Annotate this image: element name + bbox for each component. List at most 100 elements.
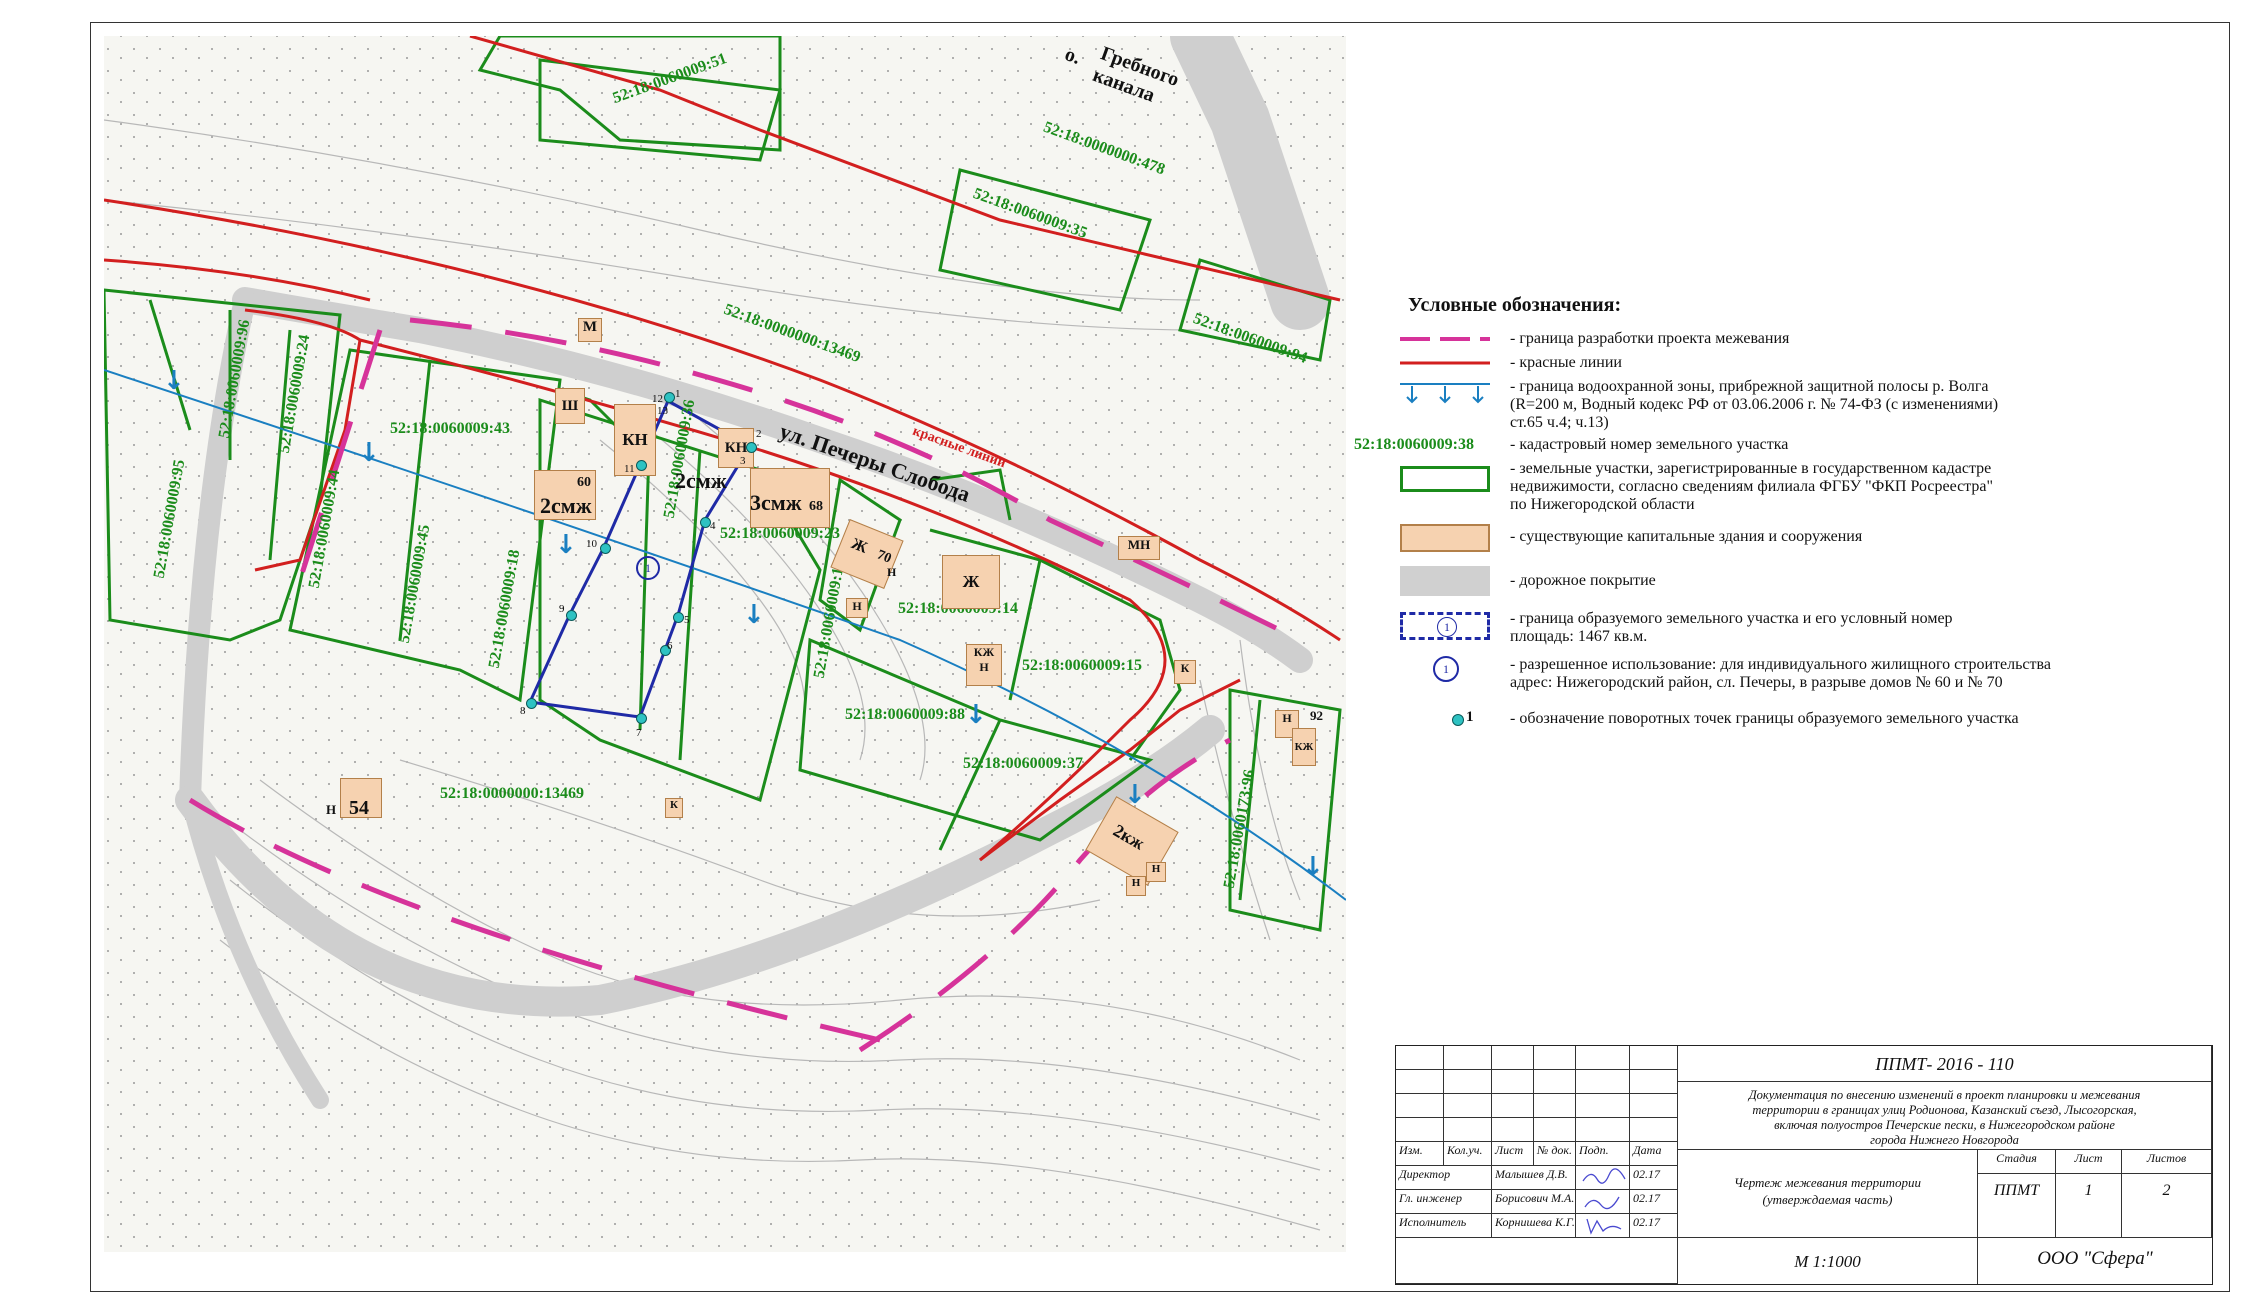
stamp-name: Корнишева К.Г. — [1492, 1214, 1576, 1238]
cadastral-label: 52:18:0060009:43 — [390, 420, 510, 437]
stamp-signature — [1576, 1214, 1630, 1238]
turning-point — [600, 543, 611, 554]
stamp-cell — [1492, 1094, 1534, 1118]
cadastral-label: 52:18:0000000:13469 — [440, 785, 584, 802]
stamp-cell — [1576, 1046, 1630, 1070]
zone-label: 3смж — [750, 490, 802, 515]
house-number: 54 — [349, 797, 369, 819]
point-number: 3 — [740, 455, 746, 467]
turning-point — [746, 442, 757, 453]
legend-text: - кадастровый номер земельного участка — [1510, 436, 1789, 453]
zone-label: 2смж — [675, 468, 727, 493]
water-zone-arrow-icon: ↓ — [965, 700, 987, 730]
stamp-header-list: Лист — [1492, 1142, 1534, 1166]
stamp-cell — [1492, 1046, 1534, 1070]
stamp-cell — [1444, 1070, 1492, 1094]
parcel-number-marker: 1 — [636, 556, 660, 580]
stamp-cell — [1534, 1118, 1576, 1142]
building: Н — [1126, 876, 1146, 896]
zone-label: 2смж — [540, 493, 592, 518]
building: К — [1174, 660, 1196, 684]
stamp-cell — [1444, 1094, 1492, 1118]
stamp-cell — [1396, 1046, 1444, 1070]
signature-mark — [1584, 1196, 1620, 1210]
house-number: 92 — [1310, 708, 1323, 723]
stamp-cell — [1396, 1070, 1444, 1094]
point-number: 5 — [684, 614, 690, 626]
point-number: 4 — [710, 520, 716, 532]
sample-cadastral-number: 52:18:0060009:38 — [1354, 436, 1474, 453]
stage-value: ППМТ — [1978, 1174, 2056, 1238]
water-zone-arrow-icon: ↓ — [1124, 780, 1146, 810]
sheet-label: Лист — [2056, 1150, 2122, 1174]
sheets-value: 2 — [2122, 1174, 2212, 1238]
stamp-role: Гл. инженер — [1396, 1190, 1492, 1214]
signature-mark — [1582, 1168, 1626, 1184]
water-zone-arrow-icon: ↓ — [743, 600, 765, 630]
stamp-date: 02.17 — [1630, 1214, 1678, 1238]
building: Ж — [942, 555, 1000, 609]
sheet-value: 1 — [2056, 1174, 2122, 1238]
project-code: ППМТ- 2016 - 110 — [1678, 1046, 2212, 1082]
turning-point — [526, 698, 537, 709]
formed-parcel-symbol: 1 — [1400, 612, 1490, 640]
stamp-cell — [1576, 1094, 1630, 1118]
building: КЖ Н — [966, 644, 1002, 686]
stamp-cell — [1630, 1118, 1678, 1142]
red-line-symbol — [1400, 361, 1490, 365]
stamp-name: Борисович М.А. — [1492, 1190, 1576, 1214]
sheets-label: Листов — [2122, 1150, 2212, 1174]
stamp-cell — [1444, 1118, 1492, 1142]
stamp-cell — [1630, 1046, 1678, 1070]
stamp-cell — [1444, 1046, 1492, 1070]
cadastral-map — [104, 36, 1346, 1252]
house-number: 60 — [577, 475, 591, 490]
title-block: Изм. Кол.уч. Лист № док. Подп. Дата Дире… — [1395, 1045, 2213, 1285]
water-zone-arrow-icon: ↓ — [1302, 852, 1324, 882]
stamp-date: 02.17 — [1630, 1166, 1678, 1190]
point-number: 6 — [667, 640, 673, 652]
legend-title: Условные обозначения: — [1408, 294, 1622, 316]
stamp-cell — [1396, 1238, 1678, 1284]
stamp-cell — [1534, 1094, 1576, 1118]
building: КЖ — [1292, 728, 1316, 766]
turning-point — [1452, 714, 1464, 726]
water-zone-arrow-icon: ↓ — [555, 530, 577, 560]
building: КН — [614, 404, 656, 476]
point-number: 2 — [756, 428, 762, 440]
stamp-cell — [1534, 1046, 1576, 1070]
stamp-header-podp: Подп. — [1576, 1142, 1630, 1166]
water-zone-arrow-icon: ↓ — [358, 438, 380, 468]
stamp-role: Исполнитель — [1396, 1214, 1492, 1238]
stamp-cell — [1492, 1070, 1534, 1094]
cadastral-label: 52:18:0060009:37 — [963, 755, 1083, 772]
legend-text: - граница образуемого земельного участка… — [1510, 610, 1953, 645]
stamp-cell — [1396, 1094, 1444, 1118]
stamp-cell — [1576, 1070, 1630, 1094]
legend-text: - обозначение поворотных точек границы о… — [1510, 710, 2019, 727]
stamp-signature — [1576, 1166, 1630, 1190]
water-zone-symbol — [1400, 383, 1490, 404]
scale: М 1:1000 — [1678, 1238, 1978, 1284]
stage-label: Стадия — [1978, 1150, 2056, 1174]
company: ООО "Сфера" — [2037, 1248, 2153, 1269]
stamp-header-koluch: Кол.уч. — [1444, 1142, 1492, 1166]
registered-parcel-symbol — [1400, 466, 1490, 492]
stamp-role: Директор — [1396, 1166, 1492, 1190]
parcel-number-marker: 1 — [1437, 617, 1457, 637]
stamp-cell — [1630, 1070, 1678, 1094]
stamp-name: Малышев Д.В. — [1492, 1166, 1576, 1190]
zone-label: КЖ — [973, 645, 995, 659]
point-number: 10 — [586, 538, 597, 550]
turning-point — [636, 460, 647, 471]
building-marker: Н — [326, 802, 337, 817]
building: Н — [1146, 862, 1166, 882]
project-description: Документация по внесению изменений в про… — [1678, 1082, 2212, 1150]
point-number: 9 — [559, 603, 565, 615]
zone-label: Ж — [848, 535, 870, 557]
legend-text: - существующие капитальные здания и соор… — [1510, 528, 1863, 545]
building-symbol — [1400, 524, 1490, 552]
stamp-cell — [1492, 1118, 1534, 1142]
legend-text: - разрешенное использование: для индивид… — [1510, 656, 2051, 691]
point-number: 12 — [652, 393, 663, 405]
